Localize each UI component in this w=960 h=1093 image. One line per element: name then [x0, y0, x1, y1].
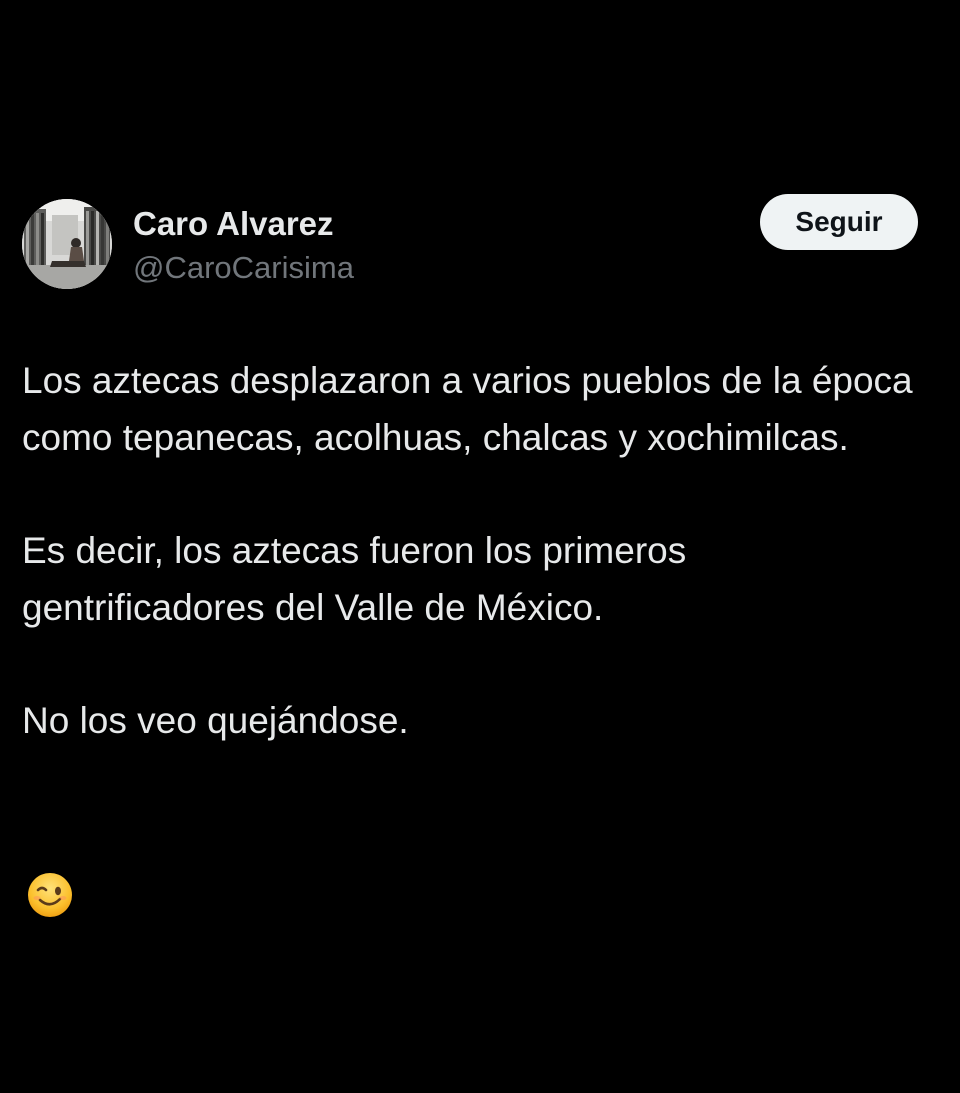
tweet-header: Caro Alvarez @CaroCarisima Seguir	[22, 194, 918, 291]
avatar-photo	[22, 199, 112, 289]
avatar[interactable]	[22, 199, 112, 289]
author-names: Caro Alvarez @CaroCarisima	[133, 203, 354, 289]
tweet-card: Caro Alvarez @CaroCarisima Seguir Los az…	[0, 0, 960, 1093]
author-handle[interactable]: @CaroCarisima	[133, 247, 354, 289]
author-display-name[interactable]: Caro Alvarez	[133, 203, 354, 245]
tweet-text: Los aztecas desplazaron a varios pueblos…	[22, 352, 932, 749]
tweet-paragraph: Los aztecas desplazaron a varios pueblos…	[22, 360, 913, 458]
winking-face-icon	[26, 871, 74, 919]
follow-button[interactable]: Seguir	[760, 194, 918, 250]
tweet-paragraph: No los veo quejándose.	[22, 700, 409, 741]
tweet-paragraph: Es decir, los aztecas fueron los primero…	[22, 530, 687, 628]
